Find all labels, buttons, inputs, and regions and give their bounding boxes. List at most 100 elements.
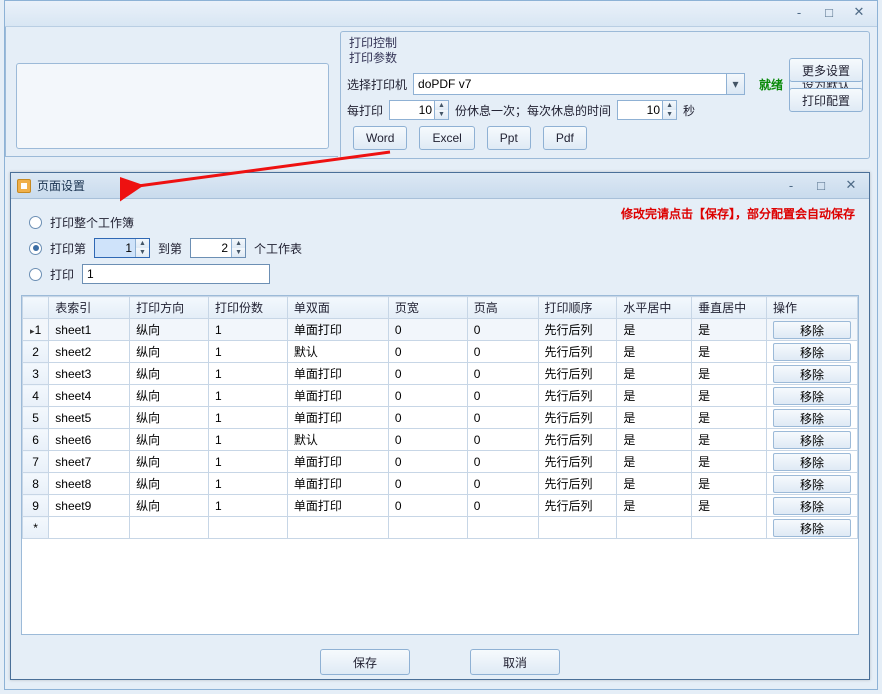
cell[interactable]: 单面打印 [287,363,388,385]
cell[interactable]: 纵向 [130,407,209,429]
table-row[interactable]: 8sheet8纵向1单面打印00先行后列是是移除 [23,473,858,495]
cell[interactable]: 是 [617,319,692,341]
print-config-button[interactable]: 打印配置 [789,88,863,112]
column-header[interactable]: 单双面 [287,297,388,319]
to-sheet-input[interactable] [191,239,231,257]
stepper-up-icon[interactable]: ▲ [136,239,149,248]
cell[interactable]: 先行后列 [538,429,617,451]
cell[interactable]: 是 [692,363,767,385]
cell[interactable]: 1 [208,495,287,517]
row-header[interactable]: 4 [23,385,49,407]
row-header[interactable]: 2 [23,341,49,363]
stepper-up-icon[interactable]: ▲ [435,101,448,110]
table-row[interactable]: 4sheet4纵向1单面打印00先行后列是是移除 [23,385,858,407]
cell[interactable]: 1 [208,451,287,473]
from-sheet-input[interactable] [95,239,135,257]
close-icon[interactable]: ✕ [849,4,869,20]
table-row[interactable]: ▸1sheet1纵向1单面打印00先行后列是是移除 [23,319,858,341]
cell[interactable]: 0 [467,363,538,385]
cell[interactable]: 1 [208,341,287,363]
table-row[interactable]: 9sheet9纵向1单面打印00先行后列是是移除 [23,495,858,517]
cell[interactable] [208,517,287,539]
dialog-minimize-icon[interactable]: - [781,177,801,193]
cell[interactable]: 是 [692,407,767,429]
cell[interactable]: 1 [208,385,287,407]
format-ppt-button[interactable]: Ppt [487,126,531,150]
cell[interactable]: 是 [617,429,692,451]
radio-print-range[interactable] [29,242,42,255]
remove-button[interactable]: 移除 [773,497,851,515]
cell[interactable]: 单面打印 [287,473,388,495]
cell[interactable]: 纵向 [130,473,209,495]
dialog-close-icon[interactable]: ✕ [841,177,861,193]
copies-before-rest-input[interactable] [390,101,434,119]
cell[interactable]: 纵向 [130,495,209,517]
cell[interactable]: 是 [692,319,767,341]
column-header[interactable]: 表索引 [49,297,130,319]
row-header-new[interactable]: * [23,517,49,539]
remove-button[interactable]: 移除 [773,431,851,449]
cell[interactable]: 是 [617,407,692,429]
cell[interactable]: sheet8 [49,473,130,495]
table-row[interactable]: 2sheet2纵向1默认00先行后列是是移除 [23,341,858,363]
sheets-grid[interactable]: 表索引打印方向打印份数单双面页宽页高打印顺序水平居中垂直居中操作 ▸1sheet… [21,295,859,635]
cell[interactable]: 纵向 [130,451,209,473]
table-row[interactable]: 3sheet3纵向1单面打印00先行后列是是移除 [23,363,858,385]
stepper-up-icon[interactable]: ▲ [232,239,245,248]
cell[interactable]: 单面打印 [287,319,388,341]
cell[interactable]: 是 [692,495,767,517]
cell[interactable]: 是 [617,451,692,473]
cell[interactable] [130,517,209,539]
cell[interactable]: 单面打印 [287,451,388,473]
cell[interactable] [287,517,388,539]
column-header[interactable] [23,297,49,319]
chevron-down-icon[interactable]: ▾ [726,74,744,94]
cell[interactable]: 0 [388,319,467,341]
cell[interactable]: 0 [467,495,538,517]
cell[interactable]: 1 [208,319,287,341]
cell[interactable]: 纵向 [130,363,209,385]
cell[interactable]: 先行后列 [538,341,617,363]
cell[interactable]: sheet3 [49,363,130,385]
cell[interactable]: 先行后列 [538,319,617,341]
cell[interactable]: 0 [467,407,538,429]
cell[interactable]: 0 [388,451,467,473]
cell[interactable]: 先行后列 [538,385,617,407]
table-row[interactable]: 6sheet6纵向1默认00先行后列是是移除 [23,429,858,451]
table-row-new[interactable]: * 移除 [23,517,858,539]
cell[interactable]: 是 [617,363,692,385]
row-header[interactable]: 8 [23,473,49,495]
format-pdf-button[interactable]: Pdf [543,126,587,150]
cell[interactable] [467,517,538,539]
cell[interactable]: 0 [388,407,467,429]
cell[interactable]: 0 [467,319,538,341]
cell[interactable]: sheet1 [49,319,130,341]
cell[interactable]: 先行后列 [538,451,617,473]
format-word-button[interactable]: Word [353,126,407,150]
to-sheet-stepper[interactable]: ▲▼ [190,238,246,258]
table-row[interactable]: 5sheet5纵向1单面打印00先行后列是是移除 [23,407,858,429]
row-header[interactable]: 3 [23,363,49,385]
dialog-titlebar[interactable]: 页面设置 - □ ✕ [11,173,869,199]
cell[interactable]: 纵向 [130,429,209,451]
remove-button[interactable]: 移除 [773,387,851,405]
remove-button[interactable]: 移除 [773,475,851,493]
cell[interactable]: 是 [617,341,692,363]
column-header[interactable]: 打印方向 [130,297,209,319]
from-sheet-stepper[interactable]: ▲▼ [94,238,150,258]
table-row[interactable]: 7sheet7纵向1单面打印00先行后列是是移除 [23,451,858,473]
cell[interactable] [49,517,130,539]
cell[interactable]: 是 [692,385,767,407]
cell[interactable]: 0 [388,495,467,517]
cell[interactable]: 0 [467,385,538,407]
cell[interactable]: 先行后列 [538,495,617,517]
maximize-icon[interactable]: □ [819,4,839,20]
remove-button[interactable]: 移除 [773,409,851,427]
cell[interactable]: sheet9 [49,495,130,517]
remove-button[interactable]: 移除 [773,519,851,537]
cell[interactable]: 1 [208,473,287,495]
remove-button[interactable]: 移除 [773,343,851,361]
cell[interactable]: 单面打印 [287,495,388,517]
copies-before-rest-stepper[interactable]: ▲▼ [389,100,449,120]
row-header[interactable]: 5 [23,407,49,429]
